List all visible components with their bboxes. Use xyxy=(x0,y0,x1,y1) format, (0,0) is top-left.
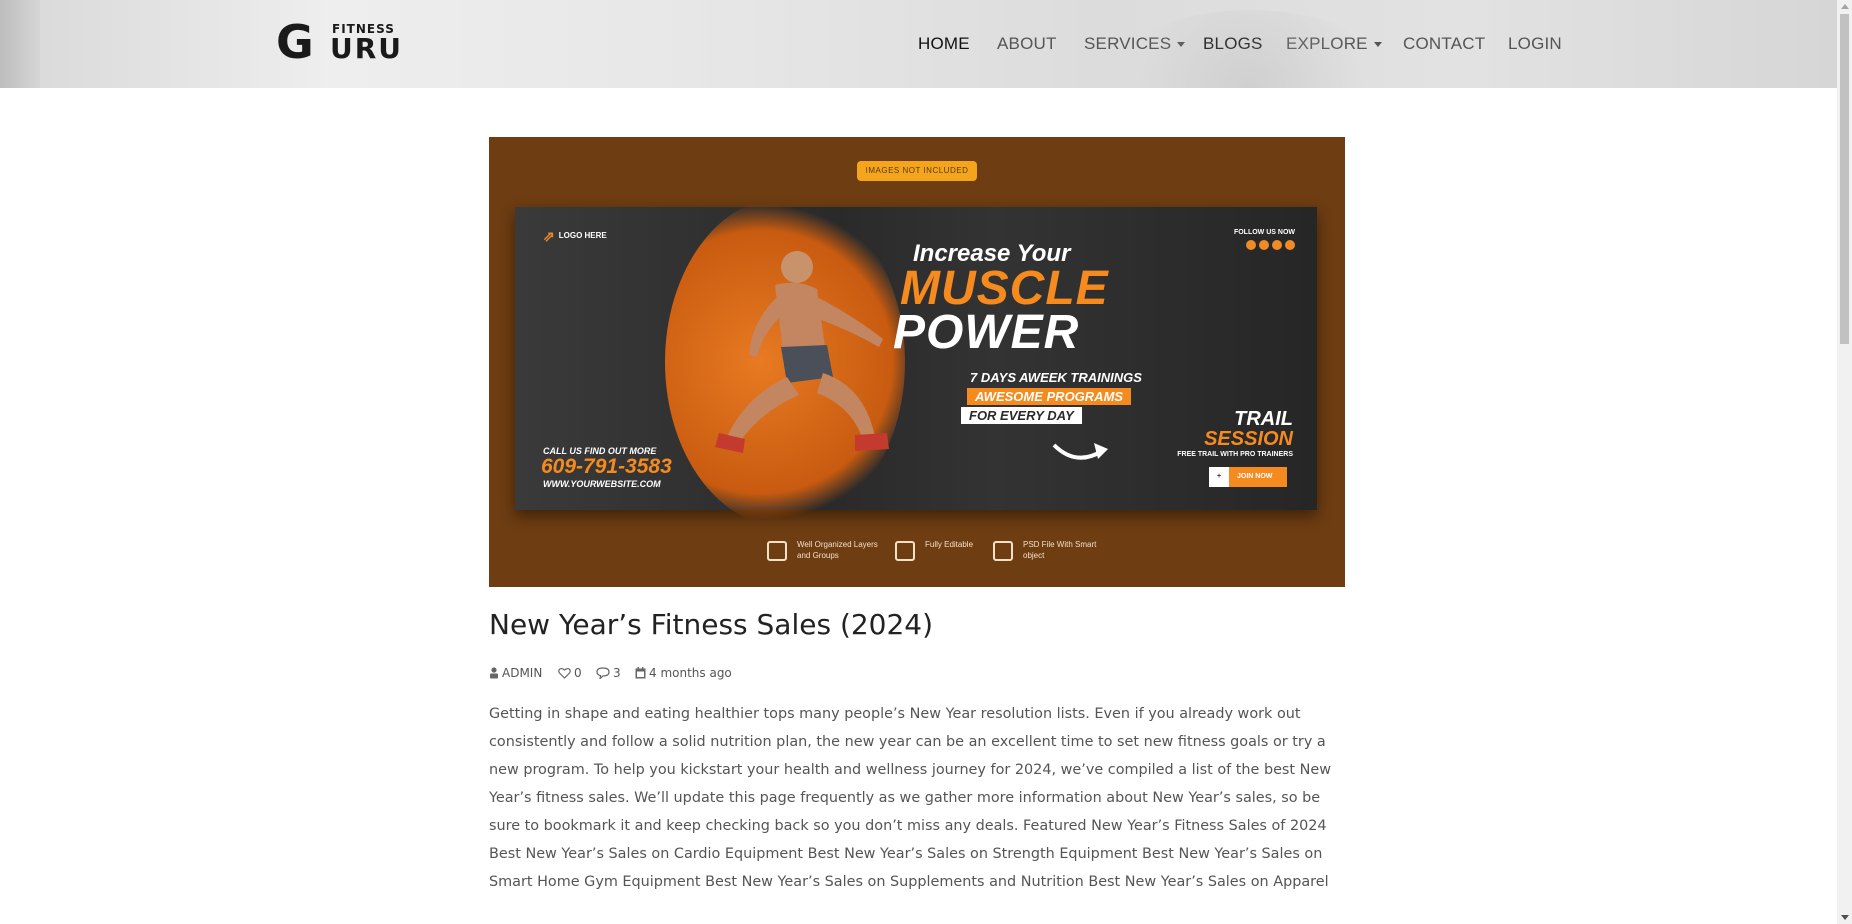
post-title[interactable]: New Year’s Fitness Sales (2024) xyxy=(489,608,933,641)
comment-icon xyxy=(596,667,610,681)
facebook-icon xyxy=(1246,240,1256,250)
curved-arrow-icon xyxy=(1052,443,1108,460)
edit-icon xyxy=(895,541,915,561)
instagram-icon xyxy=(1285,240,1295,250)
nav-services-label: SERVICES xyxy=(1084,34,1172,53)
nav-about-label: ABOUT xyxy=(997,34,1057,53)
layers-icon xyxy=(767,541,787,561)
banner-follow: FOLLOW US NOW xyxy=(1234,229,1295,252)
scroll-down-icon[interactable] xyxy=(1841,915,1849,920)
nav-about[interactable]: ABOUT xyxy=(997,30,1057,58)
banner-headline-3: POWER xyxy=(893,306,1080,359)
nav-contact[interactable]: CONTACT xyxy=(1403,30,1485,58)
nav-contact-label: CONTACT xyxy=(1403,34,1486,53)
nav-home-label: HOME xyxy=(918,34,970,53)
logo-bottom-text: URU xyxy=(330,32,404,65)
calendar-icon xyxy=(635,667,646,679)
banner-trail-3: FREE TRAIL WITH PRO TRAINERS xyxy=(1177,451,1293,458)
banner-join-text: JOIN NOW xyxy=(1237,473,1273,480)
feature-text: Well Organized Layers and Groups xyxy=(797,540,878,560)
banner-logo-placeholder: ⇗ LOGO HERE xyxy=(543,228,607,244)
banner-follow-text: FOLLOW US NOW xyxy=(1233,229,1295,236)
post-author[interactable]: ADMIN xyxy=(489,666,542,680)
banner-trail-2: SESSION xyxy=(1204,428,1293,450)
post-featured-image[interactable]: IMAGES NOT INCLUDED ⇗ LOGO HERE FOLLOW US… xyxy=(489,137,1345,587)
logo-mark-icon: ⇗ xyxy=(543,228,555,244)
post-excerpt: Getting in shape and eating healthier to… xyxy=(489,706,1332,890)
banner-website: WWW.YOURWEBSITE.COM xyxy=(543,479,661,489)
nav-explore-label: EXPLORE xyxy=(1286,34,1368,53)
image-badge: IMAGES NOT INCLUDED xyxy=(857,161,977,181)
banner-subline-3: FOR EVERY DAY xyxy=(961,407,1082,424)
twitter-icon xyxy=(1259,240,1269,250)
banner-subline-1: 7 DAYS AWEEK TRAININGS xyxy=(970,370,1142,385)
post-comments-count: 3 xyxy=(613,666,621,680)
banner-panel: ⇗ LOGO HERE FOLLOW US NOW Increase Your M… xyxy=(515,197,1317,527)
nav-login[interactable]: LOGIN xyxy=(1508,30,1562,58)
post-author-name: ADMIN xyxy=(502,666,543,680)
nav-login-label: LOGIN xyxy=(1508,34,1562,53)
nav-blogs-label: BLOGS xyxy=(1203,34,1263,53)
scroll-up-icon[interactable] xyxy=(1841,4,1849,9)
post-comments[interactable]: 3 xyxy=(596,666,621,681)
post-likes-count: 0 xyxy=(574,666,582,680)
chevron-down-icon xyxy=(1177,42,1186,48)
banner-logo-text: LOGO HERE xyxy=(558,231,607,240)
site-logo[interactable]: G FITNESS URU xyxy=(276,15,411,69)
nav-services[interactable]: SERVICES xyxy=(1084,30,1186,58)
site-header: G FITNESS URU HOME ABOUT SERVICES BLOGS … xyxy=(0,0,1837,88)
nav-blogs[interactable]: BLOGS xyxy=(1203,30,1263,58)
logo-letter: G xyxy=(276,15,314,69)
plus-icon: + xyxy=(1209,467,1229,487)
page-scrollbar[interactable] xyxy=(1837,0,1852,924)
banner-subline-2: AWESOME PROGRAMS xyxy=(967,388,1132,405)
scrollbar-thumb[interactable] xyxy=(1840,14,1849,344)
athlete-figure-icon xyxy=(715,251,889,453)
feature-text: PSD File With Smart object xyxy=(1023,540,1097,560)
user-icon xyxy=(490,667,498,679)
post-date: 4 months ago xyxy=(635,666,732,680)
banner-features: Well Organized Layers and Groups Fully E… xyxy=(767,539,1127,569)
folder-icon xyxy=(993,541,1013,561)
chevron-down-icon xyxy=(1373,42,1382,48)
social-icons xyxy=(1234,236,1295,252)
nav-explore[interactable]: EXPLORE xyxy=(1286,30,1382,58)
youtube-icon xyxy=(1272,240,1282,250)
banner-join-button: + JOIN NOW xyxy=(1209,467,1287,487)
heart-icon xyxy=(558,667,571,679)
banner-phone: 609-791-3583 xyxy=(541,455,672,478)
post-likes[interactable]: 0 xyxy=(558,666,582,680)
nav-home[interactable]: HOME xyxy=(918,30,970,58)
post-date-text: 4 months ago xyxy=(649,666,732,680)
